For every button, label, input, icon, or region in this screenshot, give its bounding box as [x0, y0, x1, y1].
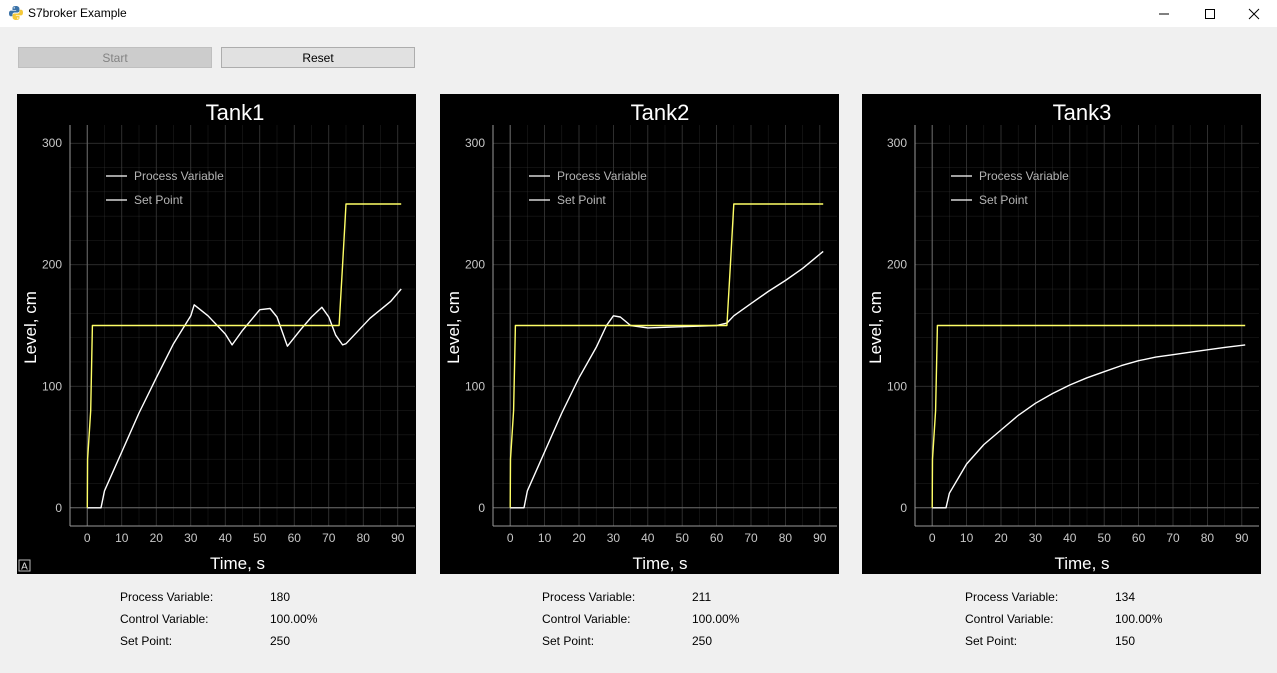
close-button[interactable] — [1231, 0, 1277, 27]
y-axis-label: Level, cm — [21, 291, 40, 364]
x-tick-label: 90 — [391, 531, 405, 545]
y-tick-label: 100 — [465, 379, 485, 393]
title-bar: S7broker Example — [0, 0, 1277, 27]
legend-sp-label: Set Point — [557, 193, 606, 207]
x-tick-label: 10 — [538, 531, 552, 545]
sp-value: 150 — [1115, 634, 1136, 648]
auto-range-button[interactable]: A — [18, 559, 31, 573]
x-tick-label: 70 — [1166, 531, 1180, 545]
y-tick-label: 100 — [42, 379, 62, 393]
y-tick-label: 300 — [42, 136, 62, 150]
x-tick-label: 60 — [288, 531, 302, 545]
tank2-plot[interactable]: 0 10 20 30 40 50 60 70 80 90 0 100 200 300 Tank2 Time, … — [440, 94, 839, 574]
pv-label: Process Variable: — [542, 590, 636, 604]
legend-pv-label: Process Variable — [979, 169, 1069, 183]
x-tick-label: 80 — [1201, 531, 1215, 545]
x-tick-label: 70 — [322, 531, 336, 545]
sp-label: Set Point: — [120, 634, 173, 648]
window-title: S7broker Example — [28, 6, 127, 20]
legend-sp-label: Set Point — [979, 193, 1028, 207]
cv-value: 100.00% — [692, 612, 740, 626]
auto-range-letter: A — [21, 562, 28, 573]
chart-title: Tank3 — [1053, 100, 1112, 125]
close-icon — [1248, 8, 1260, 19]
x-tick-label: 70 — [744, 531, 758, 545]
legend-pv-label: Process Variable — [557, 169, 647, 183]
reset-button[interactable]: Reset — [221, 47, 415, 68]
chart-title: Tank1 — [206, 100, 265, 125]
pv-label: Process Variable: — [120, 590, 214, 604]
x-tick-label: 20 — [572, 531, 586, 545]
x-axis-label: Time, s — [210, 554, 265, 573]
x-tick-label: 80 — [779, 531, 793, 545]
y-tick-label: 0 — [55, 501, 62, 515]
sp-label: Set Point: — [965, 634, 1018, 648]
start-button[interactable]: Start — [18, 47, 212, 68]
tank3-plot[interactable]: 0 10 20 30 40 50 60 70 80 90 0 100 200 300 Tank3 Time, … — [862, 94, 1261, 574]
x-tick-label: 80 — [357, 531, 371, 545]
pv-value: 134 — [1115, 590, 1136, 604]
tank2-chart: 0 10 20 30 40 50 60 70 80 90 0 100 200 300 Tank2 Time, … — [444, 100, 837, 573]
tank1-plot[interactable]: 0 10 20 30 40 50 60 70 80 90 0 100 200 300 Tank1 Time, … — [17, 94, 416, 574]
x-tick-label: 60 — [710, 531, 724, 545]
x-tick-label: 40 — [219, 531, 233, 545]
legend-pv-label: Process Variable — [134, 169, 224, 183]
x-tick-label: 30 — [184, 531, 198, 545]
cv-value: 100.00% — [270, 612, 318, 626]
x-tick-label: 20 — [150, 531, 164, 545]
cv-value: 100.00% — [1115, 612, 1163, 626]
x-tick-label: 0 — [929, 531, 936, 545]
maximize-button[interactable] — [1187, 0, 1233, 27]
cv-label: Control Variable: — [120, 612, 209, 626]
x-tick-label: 0 — [507, 531, 514, 545]
y-tick-label: 0 — [900, 501, 907, 515]
x-tick-label: 50 — [253, 531, 267, 545]
maximize-icon — [1205, 8, 1215, 19]
sp-label: Set Point: — [542, 634, 595, 648]
x-tick-label: 40 — [1063, 531, 1077, 545]
x-tick-label: 90 — [1235, 531, 1249, 545]
x-axis-label: Time, s — [1054, 554, 1109, 573]
x-tick-label: 50 — [676, 531, 690, 545]
tank1-chart: 0 10 20 30 40 50 60 70 80 90 0 100 200 300 Tank1 Time, … — [18, 100, 415, 573]
set-point-line — [86, 203, 402, 508]
sp-value: 250 — [692, 634, 713, 648]
pv-label: Process Variable: — [965, 590, 1059, 604]
sp-value: 250 — [270, 634, 291, 648]
x-tick-label: 20 — [994, 531, 1008, 545]
chart-title: Tank2 — [631, 100, 690, 125]
cv-label: Control Variable: — [542, 612, 631, 626]
x-tick-label: 30 — [607, 531, 621, 545]
minimize-button[interactable] — [1141, 0, 1187, 27]
y-tick-label: 200 — [42, 258, 62, 272]
python-icon — [9, 6, 23, 20]
x-tick-label: 10 — [960, 531, 974, 545]
y-tick-label: 300 — [465, 136, 485, 150]
x-tick-label: 30 — [1029, 531, 1043, 545]
x-tick-label: 10 — [115, 531, 129, 545]
pv-value: 180 — [270, 590, 291, 604]
x-axis-label: Time, s — [632, 554, 687, 573]
y-axis-label: Level, cm — [866, 291, 885, 364]
x-tick-label: 60 — [1132, 531, 1146, 545]
x-tick-label: 90 — [813, 531, 827, 545]
x-tick-label: 0 — [84, 531, 91, 545]
tank3-chart: 0 10 20 30 40 50 60 70 80 90 0 100 200 300 Tank3 Time, … — [866, 100, 1259, 573]
y-tick-label: 200 — [465, 258, 485, 272]
process-variable-line — [510, 250, 824, 509]
process-variable-line — [87, 288, 402, 509]
x-tick-label: 40 — [641, 531, 655, 545]
minimize-icon — [1159, 13, 1169, 14]
set-point-line — [509, 203, 824, 508]
y-tick-label: 0 — [478, 501, 485, 515]
cv-label: Control Variable: — [965, 612, 1054, 626]
y-tick-label: 100 — [887, 379, 907, 393]
legend-sp-label: Set Point — [134, 193, 183, 207]
pv-value: 211 — [692, 590, 712, 604]
x-tick-label: 50 — [1098, 531, 1112, 545]
y-tick-label: 300 — [887, 136, 907, 150]
y-axis-label: Level, cm — [444, 291, 463, 364]
y-tick-label: 200 — [887, 258, 907, 272]
set-point-line — [931, 324, 1246, 508]
